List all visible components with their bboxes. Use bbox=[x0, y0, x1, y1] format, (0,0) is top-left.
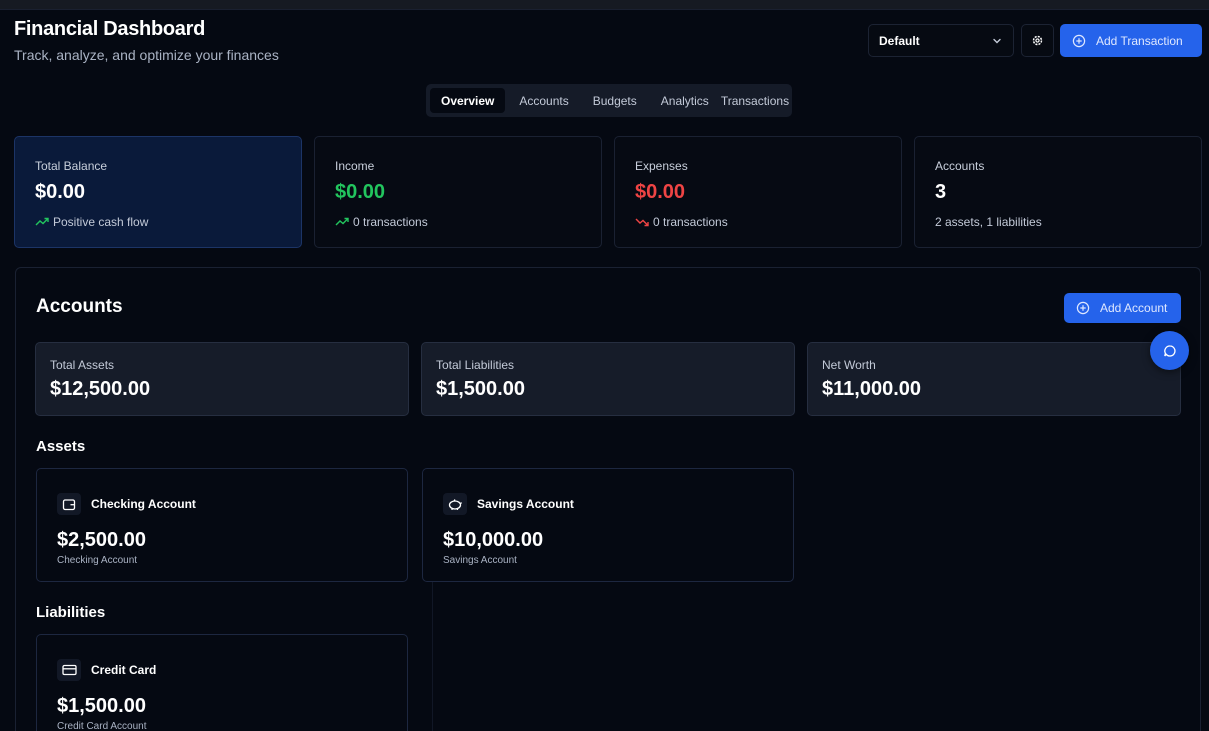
stat-sub-text: 2 assets, 1 liabilities bbox=[935, 215, 1042, 229]
stat-sub-text: 0 transactions bbox=[653, 215, 728, 229]
page-title: Financial Dashboard bbox=[14, 18, 206, 40]
net-worth-card: Net Worth $11,000.00 bbox=[807, 342, 1181, 416]
tab-accounts[interactable]: Accounts bbox=[513, 88, 574, 113]
accounts-section-title: Accounts bbox=[36, 296, 123, 317]
chevron-down-icon bbox=[993, 38, 1001, 43]
credit-card-icon bbox=[57, 659, 81, 681]
trending-up-icon bbox=[35, 217, 49, 226]
main-tabs: Overview Accounts Budgets Analytics Tran… bbox=[426, 84, 792, 117]
tab-overview[interactable]: Overview bbox=[430, 88, 506, 113]
account-name: Savings Account bbox=[477, 497, 574, 511]
stat-sub: 0 transactions bbox=[635, 215, 881, 229]
chat-button[interactable] bbox=[1150, 331, 1189, 370]
accounts-count-card: Accounts 3 2 assets, 1 liabilities bbox=[914, 136, 1202, 248]
trending-down-icon bbox=[635, 218, 649, 227]
tab-transactions[interactable]: Transactions bbox=[715, 88, 795, 113]
account-name: Credit Card bbox=[91, 663, 157, 677]
add-account-label: Add Account bbox=[1100, 301, 1168, 315]
wallet-icon bbox=[57, 493, 81, 515]
total-liabilities-card: Total Liabilities $1,500.00 bbox=[421, 342, 795, 416]
add-account-button[interactable]: Add Account bbox=[1064, 293, 1181, 323]
stat-value: $0.00 bbox=[635, 181, 686, 203]
assets-heading: Assets bbox=[36, 438, 86, 455]
credit-card-account-card[interactable]: Credit Card $1,500.00 Credit Card Accoun… bbox=[36, 634, 408, 731]
stat-sub: 2 assets, 1 liabilities bbox=[935, 215, 1181, 229]
stat-label: Income bbox=[335, 159, 375, 173]
profile-select[interactable]: Default bbox=[868, 24, 1014, 57]
expenses-card: Expenses $0.00 0 transactions bbox=[614, 136, 902, 248]
stat-label: Expenses bbox=[635, 159, 688, 173]
account-card-header: Checking Account bbox=[57, 493, 387, 515]
tab-analytics[interactable]: Analytics bbox=[655, 88, 715, 113]
account-type: Checking Account bbox=[57, 555, 138, 566]
summary-label: Net Worth bbox=[822, 358, 876, 372]
panel-divider bbox=[432, 582, 433, 731]
stat-value: 3 bbox=[935, 181, 947, 203]
add-transaction-button[interactable]: Add Transaction bbox=[1060, 24, 1202, 57]
liabilities-heading: Liabilities bbox=[36, 604, 106, 621]
stat-label: Accounts bbox=[935, 159, 985, 173]
stat-value: $0.00 bbox=[335, 181, 386, 203]
add-transaction-label: Add Transaction bbox=[1096, 33, 1183, 48]
summary-value: $12,500.00 bbox=[50, 378, 151, 400]
plus-circle-icon bbox=[1072, 34, 1086, 47]
account-balance: $1,500.00 bbox=[57, 695, 146, 717]
stat-sub: 0 transactions bbox=[335, 215, 581, 229]
stat-sub-text: 0 transactions bbox=[353, 215, 428, 229]
summary-value: $11,000.00 bbox=[822, 378, 921, 400]
stat-label: Total Balance bbox=[35, 159, 108, 173]
account-type: Savings Account bbox=[443, 555, 517, 566]
tab-budgets[interactable]: Budgets bbox=[587, 88, 643, 113]
income-card: Income $0.00 0 transactions bbox=[314, 136, 602, 248]
plus-circle-icon bbox=[1076, 301, 1090, 315]
total-assets-card: Total Assets $12,500.00 bbox=[35, 342, 409, 416]
stat-value: $0.00 bbox=[35, 181, 86, 203]
checking-account-card[interactable]: Checking Account $2,500.00 Checking Acco… bbox=[36, 468, 408, 582]
total-balance-card: Total Balance $0.00 Positive cash flow bbox=[14, 136, 302, 248]
savings-account-card[interactable]: Savings Account $10,000.00 Savings Accou… bbox=[422, 468, 794, 582]
settings-button[interactable] bbox=[1021, 24, 1054, 57]
stat-sub: Positive cash flow bbox=[35, 215, 281, 229]
account-balance: $10,000.00 bbox=[443, 529, 544, 551]
summary-label: Total Assets bbox=[50, 358, 115, 372]
account-name: Checking Account bbox=[91, 497, 196, 511]
window-top-bar bbox=[0, 0, 1209, 9]
gear-icon bbox=[1032, 35, 1043, 46]
account-card-header: Savings Account bbox=[443, 493, 773, 515]
account-type: Credit Card Account bbox=[57, 721, 147, 731]
summary-label: Total Liabilities bbox=[436, 358, 515, 372]
trending-up-icon bbox=[335, 217, 349, 226]
chat-bubble-icon bbox=[1163, 344, 1176, 357]
stat-sub-text: Positive cash flow bbox=[53, 215, 149, 229]
page-subtitle: Track, analyze, and optimize your financ… bbox=[14, 47, 279, 63]
profile-select-value: Default bbox=[879, 33, 920, 48]
piggy-bank-icon bbox=[443, 493, 467, 515]
account-balance: $2,500.00 bbox=[57, 529, 146, 551]
summary-value: $1,500.00 bbox=[436, 378, 525, 400]
account-card-header: Credit Card bbox=[57, 659, 387, 681]
